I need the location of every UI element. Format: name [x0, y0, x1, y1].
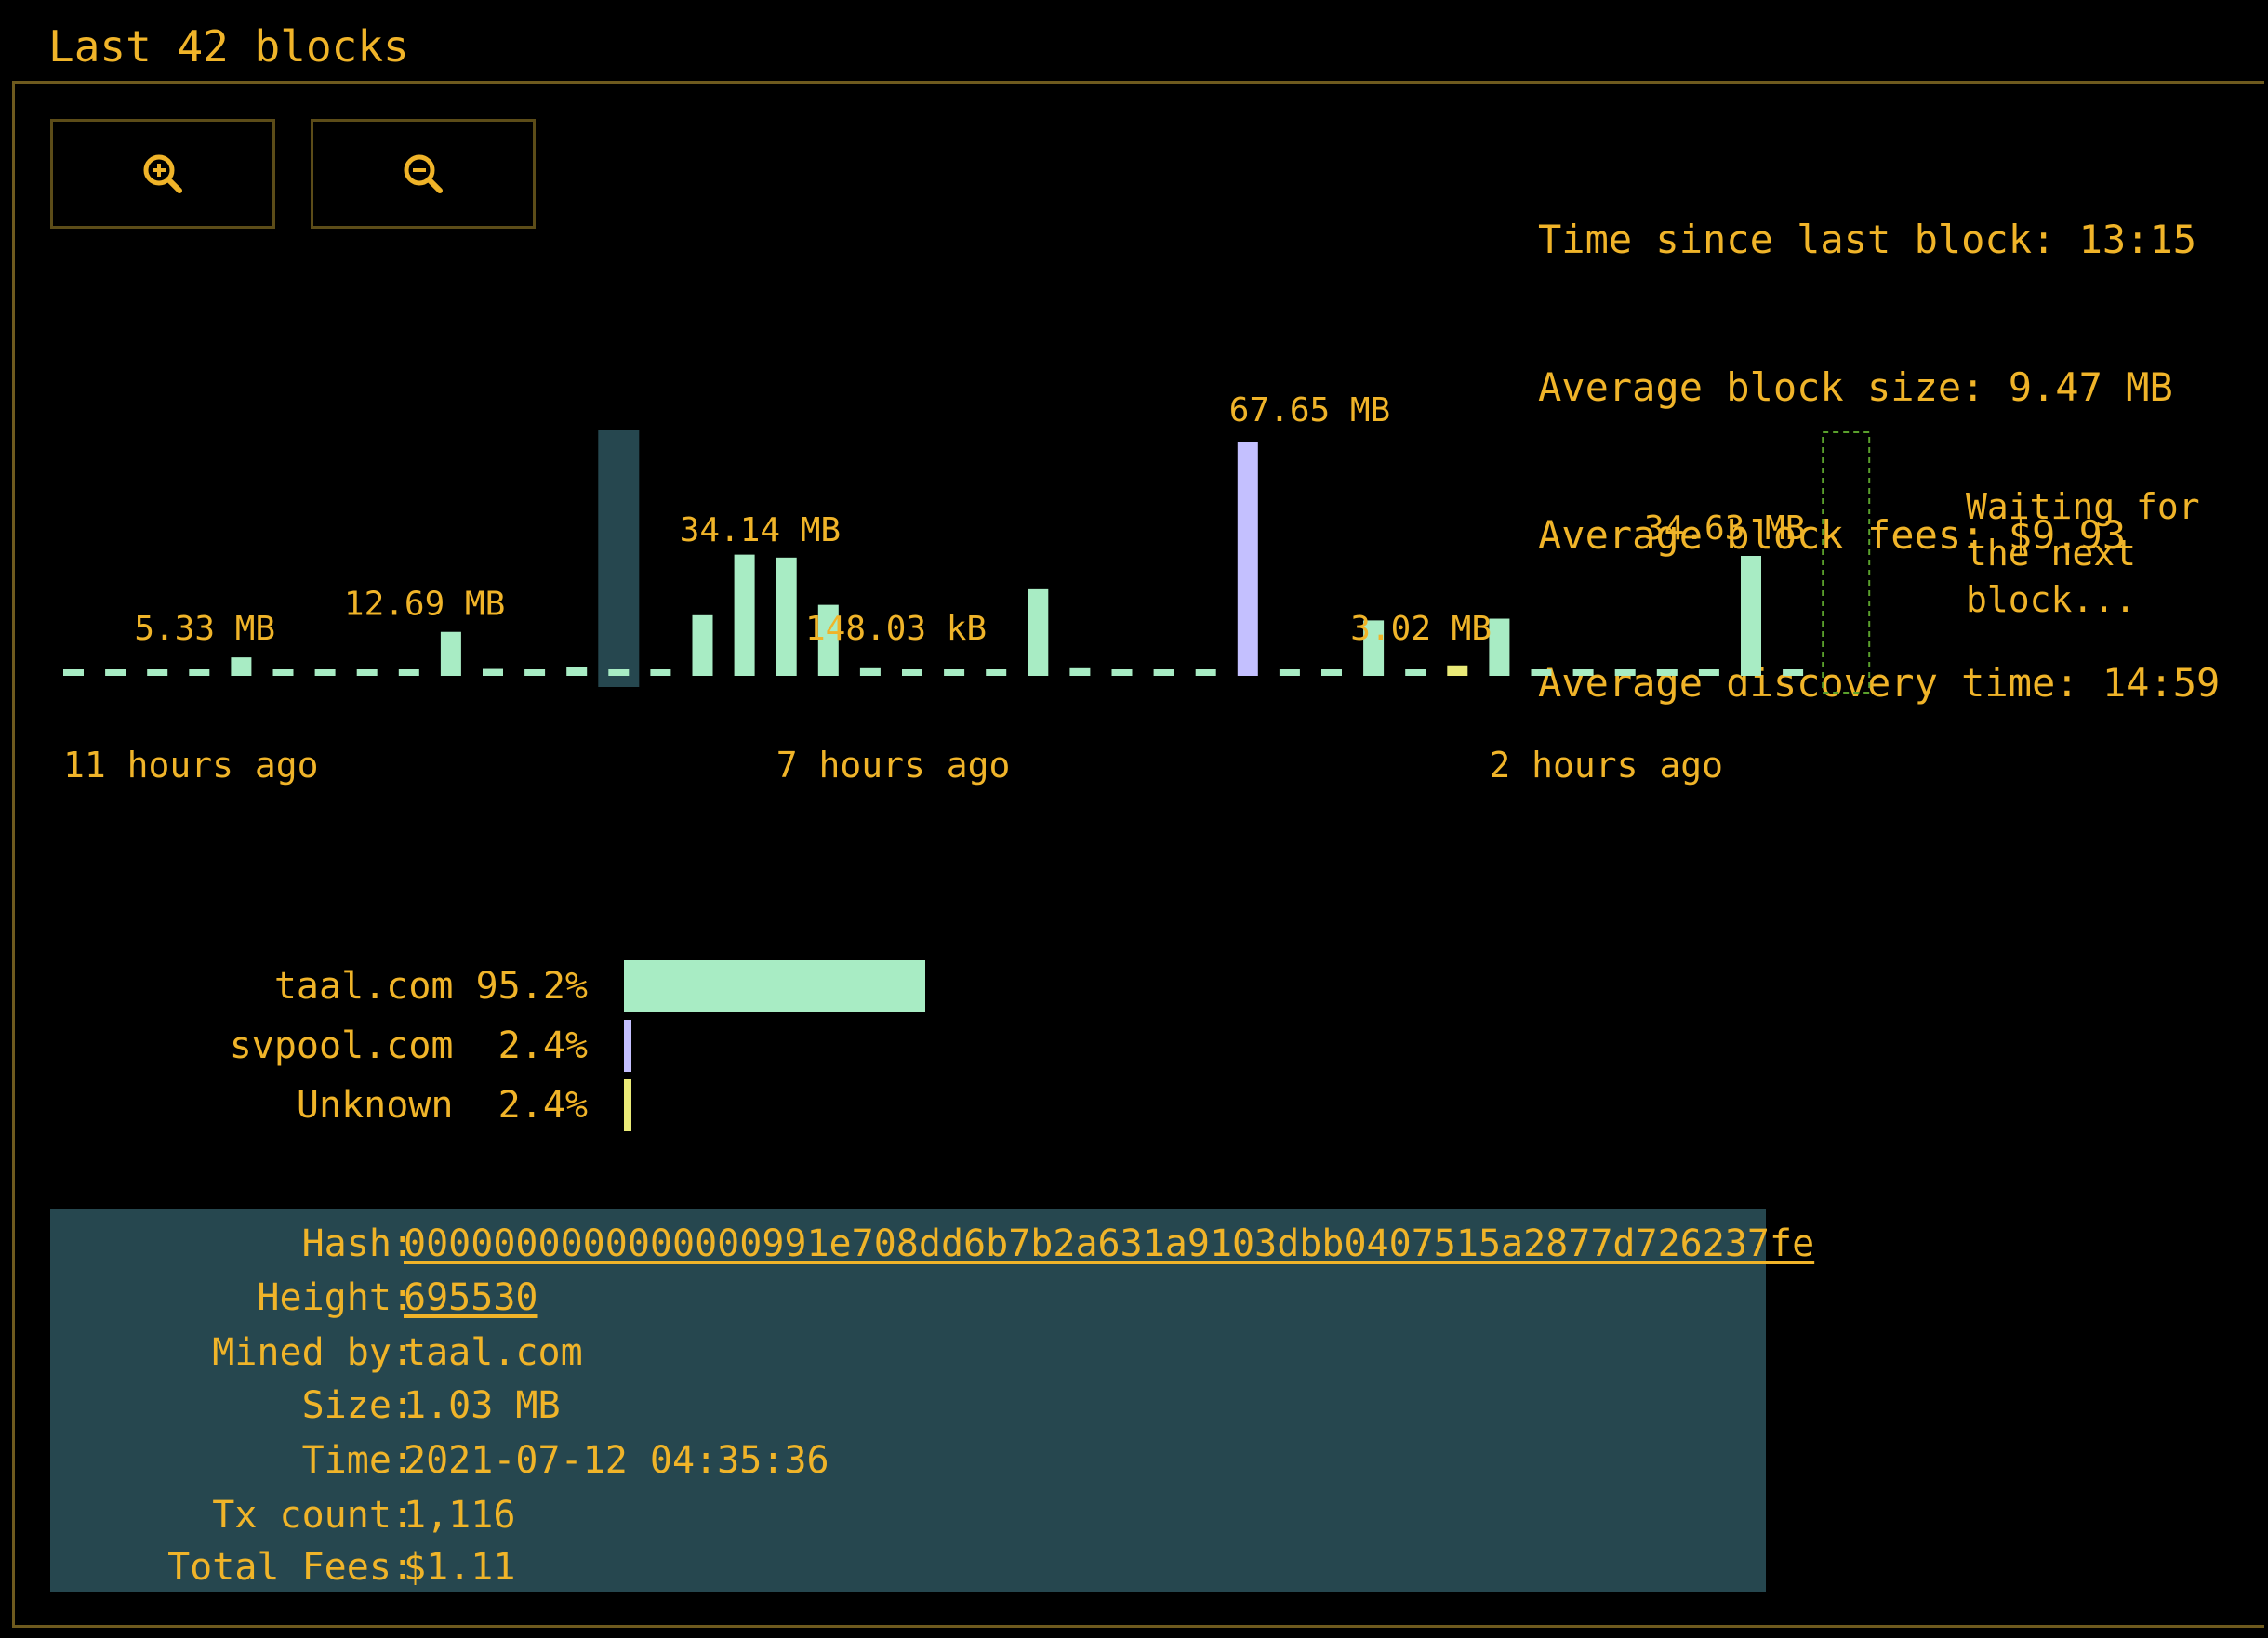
pending-block-placeholder [1822, 431, 1871, 694]
block-bar[interactable] [859, 667, 881, 676]
block-bar[interactable] [272, 669, 294, 676]
block-bar[interactable] [1489, 618, 1510, 676]
block-bar[interactable] [1531, 669, 1552, 676]
block-bar[interactable] [1195, 669, 1216, 676]
block-bar[interactable] [650, 669, 671, 676]
miner-share-bar [624, 1020, 632, 1072]
bar-value-label: 5.33 MB [134, 610, 275, 648]
block-bar[interactable] [483, 668, 503, 676]
block-bar[interactable] [63, 669, 84, 676]
block-bar[interactable] [1572, 669, 1594, 676]
detail-key-size: Size: [301, 1384, 414, 1427]
block-bar[interactable] [398, 669, 419, 676]
detail-key-height: Height: [257, 1276, 414, 1319]
block-bar[interactable] [566, 667, 588, 676]
block-bar[interactable] [524, 669, 546, 676]
miner-share-bar [624, 1079, 632, 1131]
miner-share-bar [624, 960, 925, 1012]
block-hash-link[interactable]: 0000000000000000991e708dd6b7b2a631a9103d… [404, 1217, 1814, 1271]
detail-key-tx-count: Tx count: [212, 1494, 414, 1537]
block-bar[interactable] [1111, 669, 1133, 676]
block-bar[interactable] [608, 669, 630, 676]
block-bar[interactable] [1656, 669, 1678, 676]
block-bar[interactable] [1741, 556, 1761, 676]
bar-value-label: 34.63 MB [1644, 509, 1805, 548]
block-bar[interactable] [692, 614, 713, 676]
detail-row-time: Time: 2021-07-12 04:35:36 [50, 1433, 1766, 1487]
bar-value-label: 148.03 kB [805, 610, 987, 648]
detail-key-total-fees: Total Fees: [167, 1546, 414, 1589]
detail-row-total-fees: Total Fees: $1.11 [50, 1540, 1766, 1594]
bar-value-label: 34.14 MB [680, 511, 841, 549]
detail-value-mined-by: taal.com [404, 1331, 583, 1374]
block-bar[interactable] [1698, 669, 1719, 676]
block-bar[interactable] [189, 669, 210, 676]
block-bar[interactable] [944, 669, 965, 676]
block-bar[interactable] [231, 657, 252, 676]
detail-value-total-fees: $1.11 [404, 1546, 516, 1589]
block-bar[interactable] [1028, 588, 1049, 676]
block-bar[interactable] [1405, 669, 1426, 676]
detail-row-height: Height: 695530 [50, 1271, 1766, 1325]
time-axis-label: 2 hours ago [1489, 745, 1723, 786]
bar-value-label: 67.65 MB [1229, 391, 1390, 429]
block-bar[interactable] [147, 669, 168, 676]
block-bar[interactable] [776, 557, 797, 676]
detail-row-mined-by: Mined by: taal.com [50, 1326, 1766, 1380]
block-bar[interactable] [1614, 669, 1636, 676]
time-axis-label: 11 hours ago [63, 745, 319, 786]
time-axis-label: 7 hours ago [776, 745, 1011, 786]
miner-label: svpool.com 2.4% [229, 1024, 588, 1067]
detail-row-tx-count: Tx count: 1,116 [50, 1488, 1766, 1542]
block-bar[interactable] [1279, 669, 1300, 676]
block-bar[interactable] [1153, 669, 1174, 676]
block-bar[interactable] [1447, 665, 1468, 676]
detail-key-time: Time: [301, 1439, 414, 1482]
detail-value-size: 1.03 MB [404, 1384, 561, 1427]
block-bar[interactable] [1783, 669, 1804, 676]
block-details-panel: Hash: 0000000000000000991e708dd6b7b2a631… [50, 1209, 1815, 1594]
block-bar[interactable] [734, 554, 755, 676]
bar-value-label: 12.69 MB [344, 586, 505, 624]
bar-value-label: 3.02 MB [1350, 610, 1492, 648]
miner-row: taal.com 95.2% [0, 958, 1116, 1017]
detail-key-mined-by: Mined by: [212, 1331, 414, 1374]
detail-value-time: 2021-07-12 04:35:36 [404, 1439, 829, 1482]
block-bar[interactable] [440, 631, 461, 676]
block-bar[interactable] [902, 669, 922, 676]
miner-label: taal.com 95.2% [273, 965, 588, 1008]
block-bar[interactable] [314, 669, 336, 676]
block-bar[interactable] [1237, 442, 1258, 676]
detail-key-hash: Hash: [301, 1222, 414, 1265]
block-height-link[interactable]: 695530 [404, 1271, 538, 1325]
block-bar[interactable] [1321, 669, 1342, 676]
miner-distribution: taal.com 95.2% svpool.com 2.4% Unknown 2.4… [0, 958, 1116, 1162]
miner-row: Unknown 2.4% [0, 1077, 1116, 1136]
block-bar[interactable] [986, 669, 1007, 676]
block-bar[interactable] [1069, 667, 1091, 676]
detail-row-hash: Hash: 0000000000000000991e708dd6b7b2a631… [50, 1217, 1815, 1271]
block-bar[interactable] [356, 669, 378, 676]
miner-label: Unknown 2.4% [296, 1084, 588, 1127]
block-size-chart: 5.33 MB 12.69 MB 34.14 MB 148.03 kB 67.65 MB… [63, 391, 1871, 786]
detail-value-tx-count: 1,116 [404, 1494, 516, 1537]
detail-row-size: Size: 1.03 MB [50, 1379, 1766, 1433]
block-bar[interactable] [105, 669, 126, 676]
waiting-message: Waiting for the next block... [1966, 486, 2200, 620]
selected-block-highlight [598, 430, 640, 687]
miner-row: svpool.com 2.4% [0, 1017, 1116, 1077]
